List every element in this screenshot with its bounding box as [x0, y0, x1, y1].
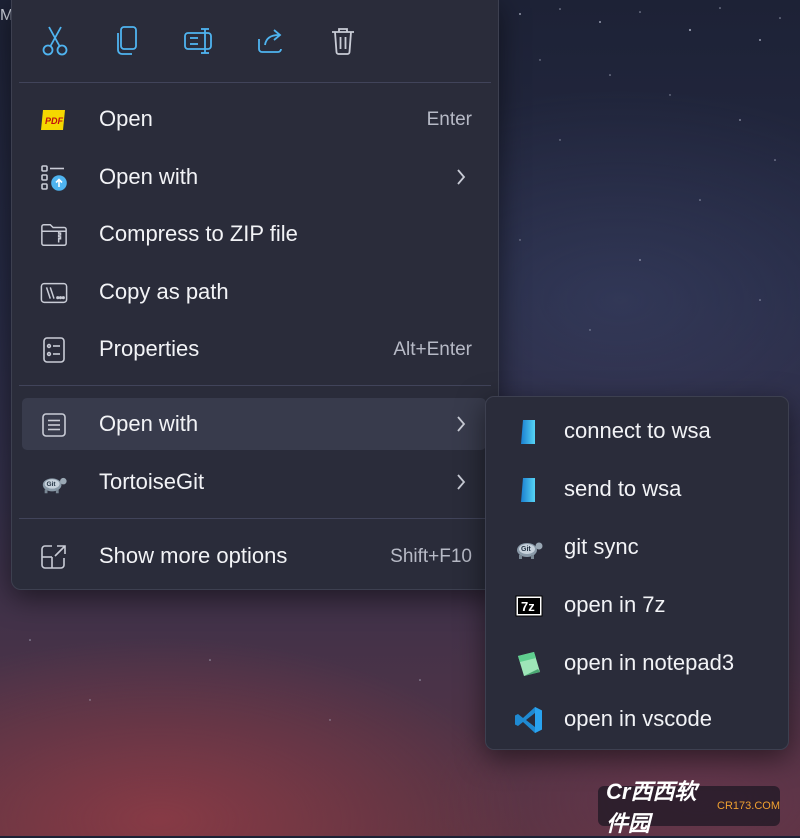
shortcut-text: Alt+Enter: [393, 339, 472, 360]
menu-item-label: Show more options: [99, 543, 288, 568]
watermark-logo-text: Cr西西软件园: [606, 779, 697, 836]
svg-text:7z: 7z: [521, 599, 535, 614]
menu-item-open-with-custom[interactable]: Open with: [22, 398, 486, 450]
rename-button[interactable]: [181, 22, 217, 60]
submenu-item-send-to-wsa[interactable]: send to wsa: [492, 463, 780, 515]
7z-icon: 7z: [514, 591, 544, 621]
watermark-url: CR173.COM: [717, 800, 780, 812]
submenu-item-git-sync[interactable]: Git git sync: [492, 521, 780, 573]
menu-item-label: Open with: [99, 411, 199, 436]
svg-text:PDF: PDF: [45, 116, 64, 126]
menu-item-label: Open with: [99, 164, 199, 189]
menu-item-properties[interactable]: Properties Alt+Enter: [22, 323, 486, 375]
submenu-item-open-in-vscode[interactable]: open in vscode: [492, 693, 780, 745]
copy-icon: [117, 26, 137, 55]
context-toolbar: [12, 0, 498, 82]
menu-item-show-more-options[interactable]: Show more options Shift+F10: [22, 530, 486, 582]
submenu-item-open-in-7z[interactable]: 7z open in 7z: [492, 579, 780, 631]
show-more-icon: [40, 543, 68, 571]
shortcut-text: Enter: [426, 109, 472, 130]
svg-text:Git: Git: [47, 481, 57, 488]
site-watermark: Cr西西软件园 CR173.COM: [598, 779, 780, 836]
menu-item-copy-as-path[interactable]: Copy as path: [22, 266, 486, 318]
menu-item-label: Open: [99, 106, 153, 131]
copy-path-icon: [40, 279, 68, 307]
menu-item-compress-zip[interactable]: Compress to ZIP file: [22, 208, 486, 260]
list-icon: [40, 411, 68, 439]
wsa-icon: [514, 475, 544, 505]
open-with-icon: [40, 164, 68, 192]
chevron-right-icon: [457, 416, 466, 432]
chevron-right-icon: [457, 169, 466, 185]
share-button[interactable]: [253, 22, 289, 60]
delete-icon: [332, 28, 354, 55]
menu-item-label: TortoiseGit: [99, 469, 205, 494]
submenu-item-connect-to-wsa[interactable]: connect to wsa: [492, 405, 780, 457]
svg-text:Git: Git: [521, 546, 531, 553]
context-menu: PDF Open Enter Open with Compress to ZIP…: [11, 0, 499, 590]
menu-item-label: Copy as path: [99, 279, 229, 304]
vscode-icon: [514, 705, 544, 735]
separator: [19, 385, 491, 386]
submenu-item-open-in-notepad3[interactable]: open in notepad3: [492, 637, 780, 689]
tortoisegit-icon: Git: [40, 469, 68, 497]
pdf-icon: PDF: [40, 106, 68, 134]
share-icon: [258, 29, 282, 53]
cut-icon: [42, 26, 68, 56]
menu-item-label: Compress to ZIP file: [99, 221, 298, 246]
menu-item-open[interactable]: PDF Open Enter: [22, 93, 486, 145]
submenu-item-label: send to wsa: [564, 476, 682, 501]
shortcut-text: Shift+F10: [390, 546, 472, 567]
properties-icon: [40, 336, 68, 364]
notepad3-icon: [514, 649, 544, 679]
submenu-item-label: git sync: [564, 534, 639, 559]
chevron-right-icon: [457, 474, 466, 490]
menu-item-tortoisegit[interactable]: Git TortoiseGit: [22, 456, 486, 508]
menu-item-label: Properties: [99, 336, 200, 361]
submenu-item-label: open in 7z: [564, 592, 666, 617]
submenu-item-label: open in vscode: [564, 706, 712, 731]
submenu-item-label: open in notepad3: [564, 650, 735, 675]
delete-button[interactable]: [325, 22, 361, 60]
rename-icon: [184, 28, 212, 54]
open-with-submenu: connect to wsa send to wsa Git git sync: [485, 396, 789, 750]
separator: [19, 518, 491, 519]
copy-button[interactable]: [109, 22, 145, 60]
menu-item-open-with[interactable]: Open with: [22, 151, 486, 203]
tortoisegit-icon: Git: [514, 533, 544, 563]
zip-folder-icon: [40, 221, 68, 249]
wsa-icon: [514, 417, 544, 447]
submenu-item-label: connect to wsa: [564, 418, 711, 443]
cut-button[interactable]: [37, 22, 73, 60]
separator: [19, 82, 491, 83]
